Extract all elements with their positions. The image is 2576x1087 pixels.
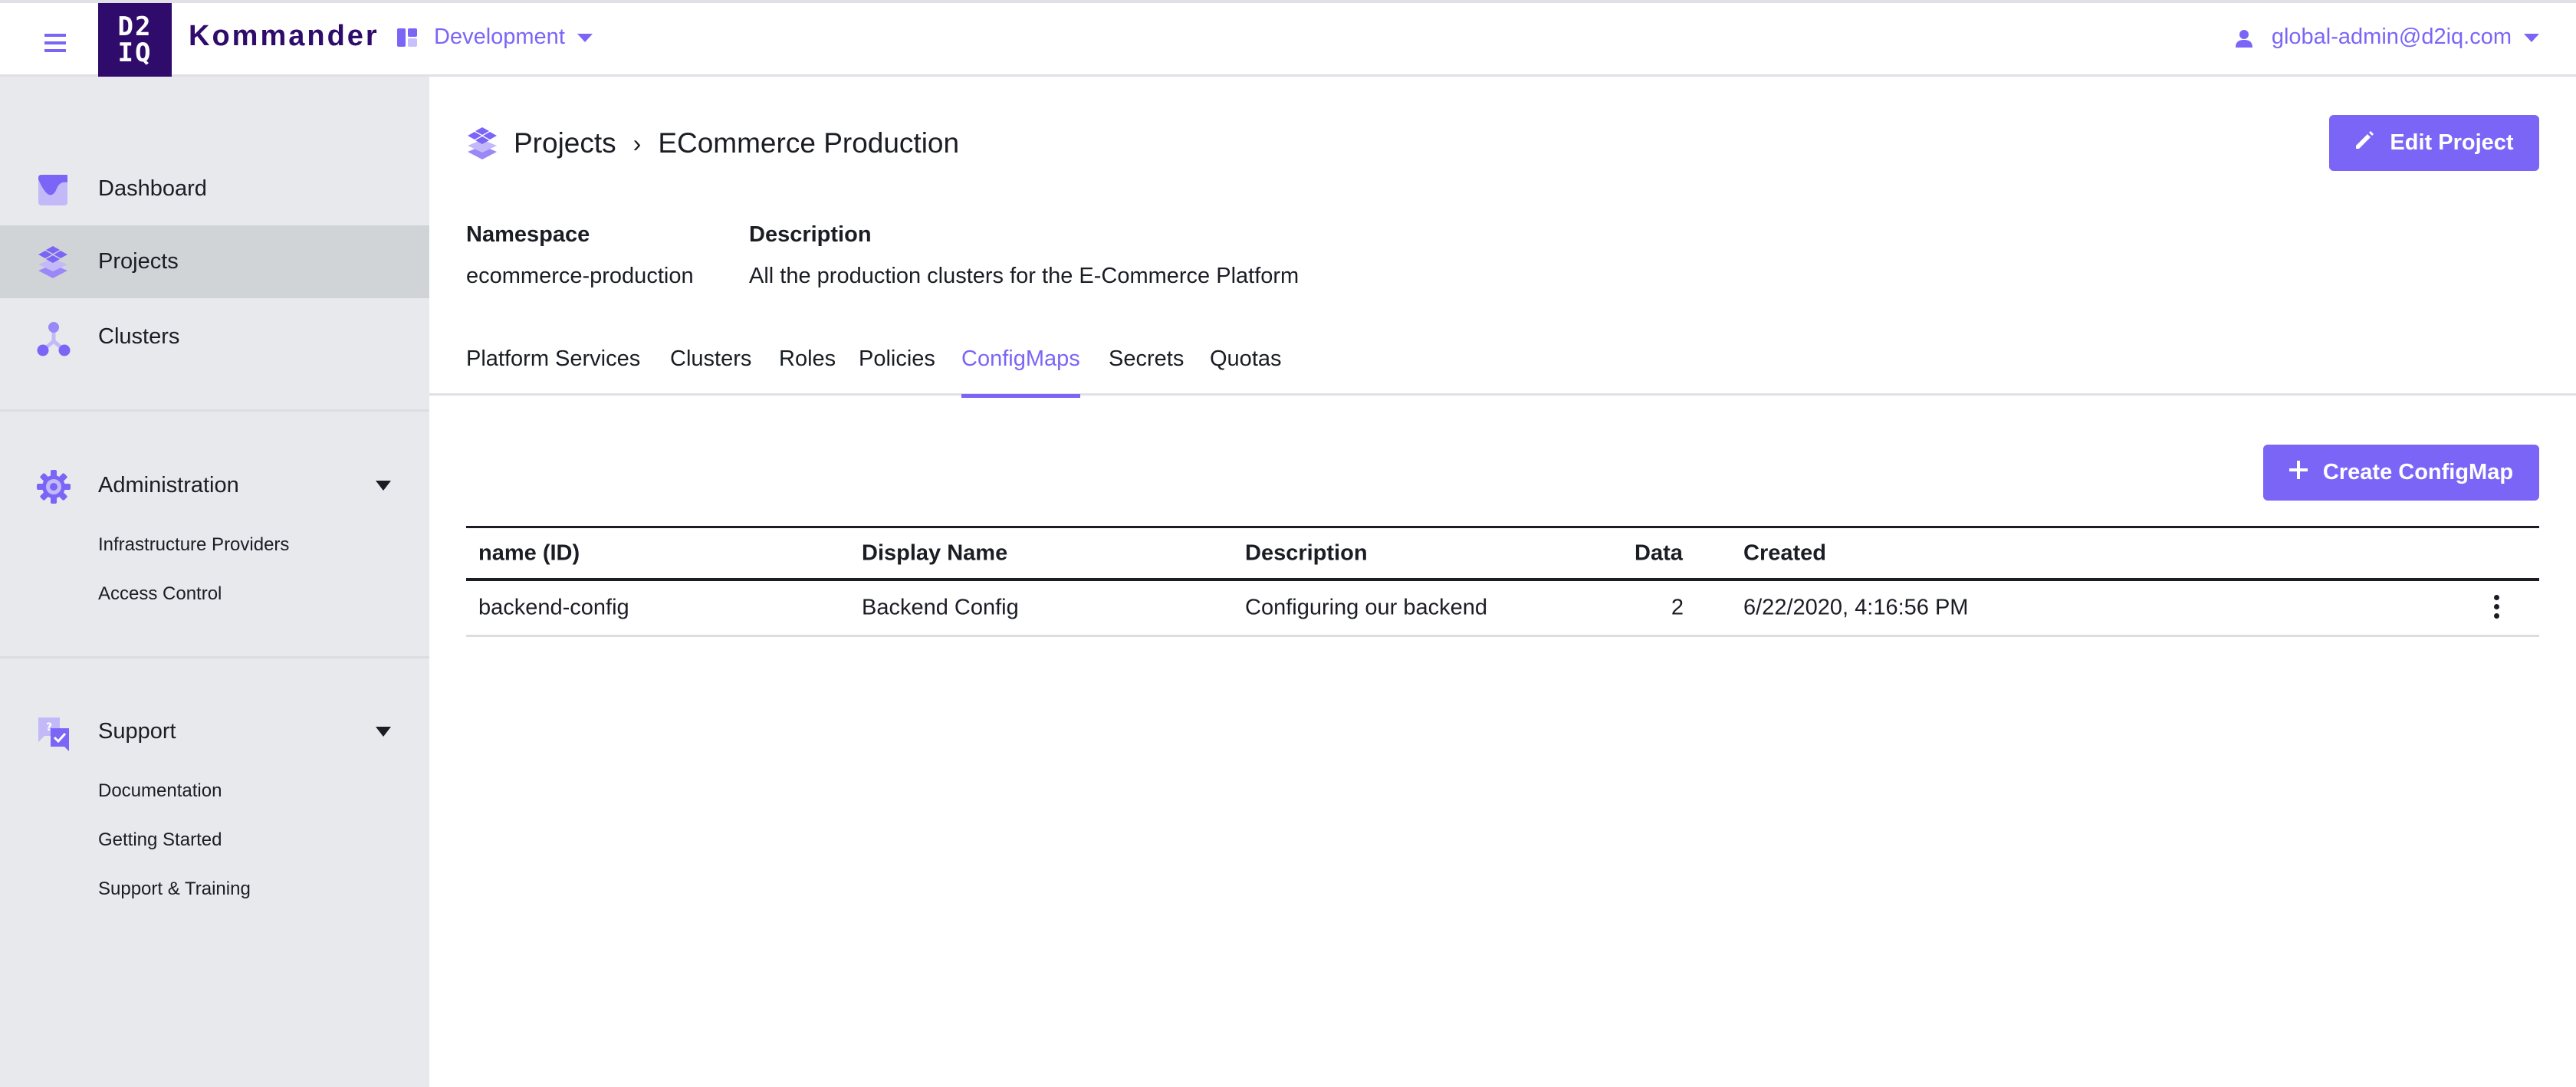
sidebar-item-getting-started[interactable]: Getting Started: [98, 829, 222, 851]
sidebar-item-label: Clusters: [98, 324, 180, 349]
sidebar-group-label: Administration: [98, 473, 239, 498]
sidebar-group-support[interactable]: ? Support: [0, 695, 429, 768]
logo-line-1: D2: [117, 11, 153, 42]
sidebar-item-access-control[interactable]: Access Control: [98, 583, 222, 605]
cell-name[interactable]: backend-config: [478, 596, 629, 621]
tab-platform-services[interactable]: Platform Services: [466, 346, 640, 396]
sidebar: Dashboard Projects Clusters Administrati…: [0, 77, 429, 1087]
chevron-down-icon[interactable]: [376, 481, 391, 491]
description-value: All the production clusters for the E-Co…: [749, 264, 1300, 288]
more-actions-icon[interactable]: [2492, 595, 2501, 621]
tab-secrets[interactable]: Secrets: [1109, 346, 1184, 396]
cell-display-name: Backend Config: [862, 595, 1019, 620]
d2iq-logo[interactable]: D2 IQ: [98, 3, 172, 77]
breadcrumb-separator-icon: ›: [632, 129, 642, 157]
sidebar-group-administration[interactable]: Administration: [0, 449, 429, 522]
description-label: Description: [749, 222, 872, 247]
brand-name: Kommander: [189, 20, 380, 52]
hamburger-menu-icon[interactable]: [44, 32, 66, 54]
cell-description: Configuring our backend: [1245, 595, 1487, 620]
column-header-name[interactable]: name (ID): [478, 540, 580, 566]
user-email: global-admin@d2iq.com: [2271, 25, 2512, 49]
cell-created: 6/22/2020, 4:16:56 PM: [1743, 595, 1969, 620]
workspace-icon: [397, 28, 417, 47]
tab-quotas[interactable]: Quotas: [1210, 346, 1282, 396]
sidebar-item-documentation[interactable]: Documentation: [98, 780, 222, 802]
sidebar-item-label: Projects: [98, 249, 179, 274]
user-icon: [2235, 28, 2253, 48]
column-header-created[interactable]: Created: [1743, 540, 1826, 566]
logo-line-2: IQ: [117, 38, 153, 68]
page-title: ECommerce Production: [658, 127, 960, 159]
dashboard-icon: [37, 173, 69, 205]
column-header-description[interactable]: Description: [1245, 540, 1368, 566]
sidebar-item-dashboard[interactable]: Dashboard: [0, 153, 429, 225]
chevron-down-icon: [2524, 34, 2539, 42]
workspace-name: Development: [434, 25, 565, 49]
tab-policies[interactable]: Policies: [859, 346, 935, 396]
table-row[interactable]: backend-config Backend Config Configurin…: [466, 581, 2539, 637]
configmaps-table: name (ID) Display Name Description Data …: [466, 526, 2539, 637]
tab-roles[interactable]: Roles: [779, 346, 836, 396]
sidebar-item-clusters[interactable]: Clusters: [0, 300, 429, 373]
clusters-icon: [37, 321, 71, 356]
cell-data: 2: [1671, 595, 1684, 620]
gear-icon: [37, 469, 71, 504]
sidebar-item-infrastructure-providers[interactable]: Infrastructure Providers: [98, 534, 289, 556]
namespace-label: Namespace: [466, 222, 590, 247]
table-header: name (ID) Display Name Description Data …: [466, 526, 2539, 581]
breadcrumb-projects-link[interactable]: Projects: [514, 127, 616, 159]
sidebar-divider: [0, 409, 429, 412]
sidebar-divider: [0, 656, 429, 658]
sidebar-item-label: Dashboard: [98, 176, 207, 201]
create-configmap-label: Create ConfigMap: [2322, 460, 2514, 484]
support-icon: ?: [37, 716, 69, 751]
namespace-value: ecommerce-production: [466, 264, 694, 288]
column-header-data[interactable]: Data: [1635, 540, 1683, 566]
sidebar-item-projects[interactable]: Projects: [0, 225, 429, 298]
chevron-down-icon: [577, 34, 593, 42]
user-menu[interactable]: global-admin@d2iq.com: [2235, 25, 2539, 50]
sidebar-group-label: Support: [98, 719, 176, 744]
edit-project-label: Edit Project: [2390, 130, 2514, 155]
plus-icon: [2288, 460, 2308, 485]
chevron-down-icon[interactable]: [376, 727, 391, 737]
top-header: D2 IQ Kommander Development global-admin…: [0, 3, 2576, 77]
workspace-selector[interactable]: Development: [397, 25, 593, 50]
pencil-icon: [2354, 130, 2374, 156]
sidebar-item-support-training[interactable]: Support & Training: [98, 878, 251, 900]
projects-icon: [466, 127, 498, 159]
edit-project-button[interactable]: Edit Project: [2329, 115, 2539, 171]
breadcrumb: Projects › ECommerce Production: [466, 127, 959, 159]
tab-configmaps[interactable]: ConfigMaps: [961, 346, 1080, 398]
tab-clusters[interactable]: Clusters: [670, 346, 751, 396]
projects-icon: [37, 245, 69, 278]
create-configmap-button[interactable]: Create ConfigMap: [2263, 445, 2539, 501]
project-tabs: Platform Services Clusters Roles Policie…: [429, 337, 2576, 398]
column-header-display-name[interactable]: Display Name: [862, 540, 1007, 566]
